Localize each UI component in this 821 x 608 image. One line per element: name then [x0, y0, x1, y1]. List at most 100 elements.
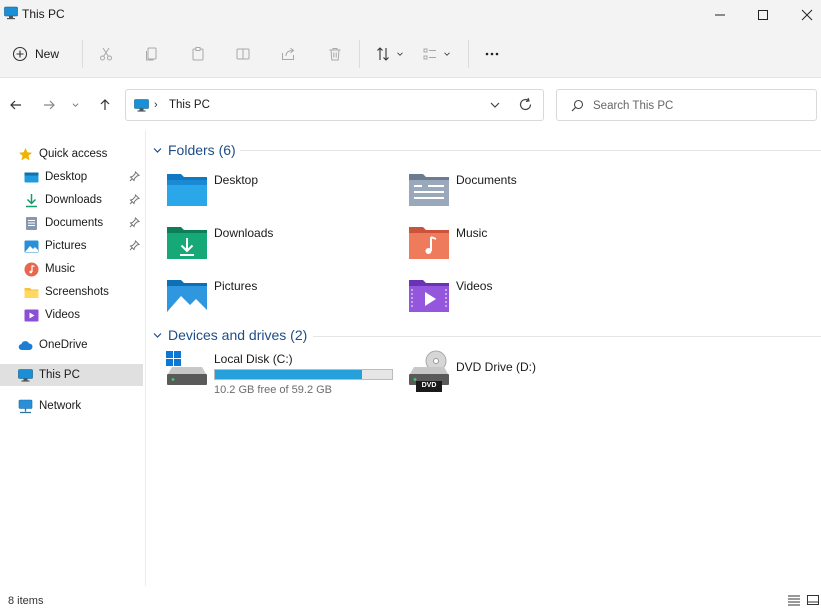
forward-button[interactable] [38, 94, 60, 116]
folder-tile-music[interactable]: Music [408, 224, 638, 266]
divider [468, 40, 469, 68]
chevron-down-icon[interactable] [488, 98, 502, 112]
folder-label: Documents [456, 173, 517, 187]
sidebar-item-downloads[interactable]: Downloads [0, 189, 143, 211]
sidebar-item-onedrive[interactable]: OneDrive [0, 334, 143, 356]
status-bar: 8 items [0, 590, 821, 608]
sidebar-item-label: Screenshots [45, 286, 109, 298]
download-icon [24, 193, 39, 208]
dvd-badge: DVD [421, 382, 437, 389]
folders-group-header[interactable]: Folders (6) [152, 140, 236, 160]
sort-icon [377, 47, 389, 61]
group-divider [313, 336, 821, 337]
close-icon [801, 9, 813, 21]
breadcrumb-this-pc[interactable]: This PC [169, 99, 210, 111]
folder-label: Music [456, 226, 488, 240]
window-title: This PC [22, 7, 65, 21]
drives-group-header[interactable]: Devices and drives (2) [152, 325, 307, 345]
desktop-icon [24, 170, 39, 185]
chevron-down-icon [444, 52, 450, 56]
delete-button[interactable] [325, 42, 345, 66]
sidebar-item-quick-access[interactable]: Quick access [0, 143, 143, 165]
refresh-icon[interactable] [518, 97, 533, 112]
star-icon [18, 147, 33, 162]
more-options-button[interactable] [481, 42, 503, 66]
sidebar-item-desktop[interactable]: Desktop [0, 166, 143, 188]
drives-header-label: Devices and drives (2) [168, 327, 308, 343]
view-list-icon [423, 48, 436, 60]
folder-tile-documents[interactable]: Documents [408, 171, 638, 213]
large-icons-view-icon[interactable] [806, 594, 820, 606]
copy-button[interactable] [142, 42, 162, 66]
minimize-button[interactable] [698, 0, 742, 30]
rename-icon [236, 48, 250, 60]
search-box[interactable] [556, 89, 817, 121]
arrow-left-icon [10, 100, 21, 110]
paste-icon [192, 47, 204, 61]
address-bar[interactable]: › This PC [125, 89, 544, 121]
sidebar-item-pictures[interactable]: Pictures [0, 235, 143, 257]
details-view-icon[interactable] [787, 594, 801, 606]
divider [82, 40, 83, 68]
close-button[interactable] [785, 0, 821, 30]
drive-name: Local Disk (C:) [214, 352, 293, 366]
documents-icon [24, 216, 39, 231]
drive-name: DVD Drive (D:) [456, 360, 536, 374]
sort-button[interactable] [372, 42, 408, 66]
chevron-down-icon [72, 103, 78, 107]
sidebar-item-label: Pictures [45, 240, 87, 252]
sidebar-item-network[interactable]: Network [0, 395, 143, 417]
rename-button[interactable] [233, 42, 253, 66]
paste-button[interactable] [188, 42, 208, 66]
folder-tile-pictures[interactable]: Pictures [166, 277, 396, 319]
folder-tile-videos[interactable]: Videos [408, 277, 638, 319]
sidebar-item-this-pc[interactable]: This PC [0, 364, 143, 386]
more-icon [485, 52, 499, 56]
music-icon [24, 262, 39, 277]
drive-tile-dvd[interactable]: DVD DVD Drive (D:) [408, 350, 608, 400]
arrow-right-icon [44, 100, 55, 110]
sidebar-item-screenshots[interactable]: Screenshots [0, 281, 143, 303]
new-button-label: New [35, 47, 60, 61]
videos-folder-icon [409, 280, 449, 312]
folder-label: Downloads [214, 226, 274, 240]
downloads-folder-icon [167, 227, 207, 259]
pin-icon [129, 171, 140, 182]
sidebar-item-music[interactable]: Music [0, 258, 143, 280]
cut-button[interactable] [96, 42, 116, 66]
maximize-button[interactable] [741, 0, 785, 30]
sidebar-item-label: Downloads [45, 194, 102, 206]
back-button[interactable] [5, 94, 27, 116]
pin-icon [129, 240, 140, 251]
search-icon [571, 99, 584, 112]
drive-free-space: 10.2 GB free of 59.2 GB [214, 384, 333, 396]
pictures-folder-icon [167, 280, 207, 312]
view-button[interactable] [419, 42, 455, 66]
folder-icon [24, 285, 39, 300]
item-count: 8 items [8, 595, 44, 607]
this-pc-icon [134, 99, 149, 112]
sidebar-item-label: OneDrive [39, 339, 88, 351]
pin-icon [129, 194, 140, 205]
recent-locations-button[interactable] [68, 94, 82, 116]
group-divider [240, 150, 821, 151]
share-icon [282, 47, 295, 60]
sidebar-item-videos[interactable]: Videos [0, 304, 143, 326]
hard-drive-icon [166, 351, 207, 385]
sidebar-item-label: Videos [45, 309, 80, 321]
trash-icon [329, 48, 341, 61]
folders-header-label: Folders (6) [168, 142, 236, 158]
sidebar-item-documents[interactable]: Documents [0, 212, 143, 234]
new-button[interactable]: New [12, 42, 68, 66]
folder-tile-downloads[interactable]: Downloads [166, 224, 396, 266]
folder-label: Desktop [214, 173, 259, 187]
folder-tile-desktop[interactable]: Desktop [166, 171, 396, 213]
cloud-icon [18, 338, 33, 353]
up-button[interactable] [94, 94, 116, 116]
divider [359, 40, 360, 68]
computer-icon [18, 368, 33, 383]
drive-tile-local-disk[interactable]: Local Disk (C:) 10.2 GB free of 59.2 GB [166, 350, 396, 400]
share-button[interactable] [278, 42, 298, 66]
sidebar-item-label: Desktop [45, 171, 88, 183]
search-input[interactable] [593, 97, 803, 115]
